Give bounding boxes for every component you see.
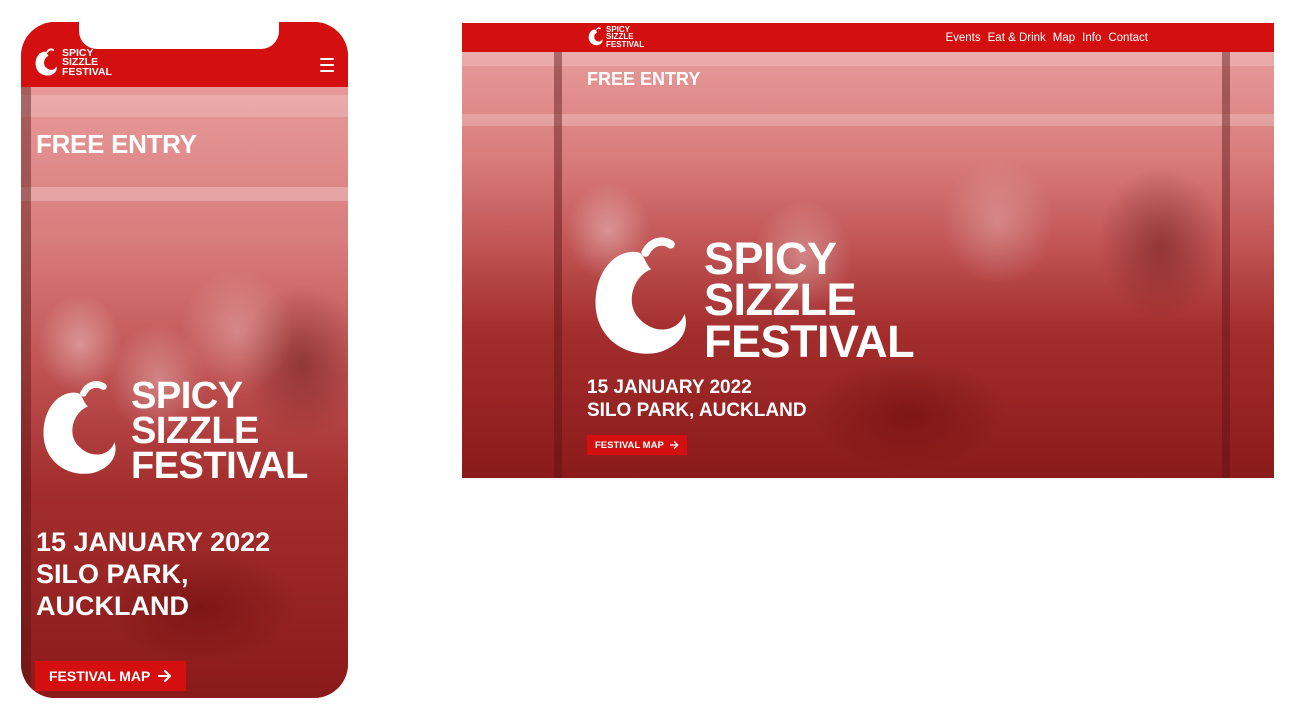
nav-item-contact[interactable]: Contact	[1108, 32, 1148, 44]
brand-line-3: FESTIVAL	[131, 444, 308, 487]
desktop-screen: SPICY SIZZLE FESTIVAL Events Eat & Drink…	[462, 23, 1274, 478]
nav-item-events[interactable]: Events	[945, 32, 980, 44]
arrow-right-icon	[158, 670, 172, 682]
chili-pepper-icon	[588, 27, 603, 46]
brand-line-2: SIZZLE	[704, 274, 857, 326]
main-nav: Events Eat & Drink Map Info Contact	[945, 23, 1148, 52]
event-date-venue: 15 JANUARY 2022 SILO PARK, AUCKLAND	[36, 527, 326, 623]
free-entry-label: FREE ENTRY	[36, 129, 197, 159]
brand-line-1: SPICY	[704, 232, 837, 284]
nav-item-info[interactable]: Info	[1082, 32, 1101, 44]
festival-map-button[interactable]: FESTIVAL MAP	[35, 661, 187, 691]
event-date-venue: 15 JANUARY 2022 SILO PARK, AUCKLAND	[587, 377, 807, 423]
festival-map-button-label: FESTIVAL MAP	[49, 668, 151, 684]
brand-line-1: SPICY	[131, 375, 243, 417]
brand-line-2: SIZZLE	[131, 409, 259, 452]
mobile-hero: FREE ENTRY SPICY SIZZLE FESTIVAL 15 JANU…	[21, 87, 348, 698]
festival-map-button[interactable]: FESTIVAL MAP	[587, 435, 687, 455]
logo-line-3: FESTIVAL	[606, 39, 645, 49]
chili-pepper-icon	[35, 48, 57, 76]
event-venue-line-2: AUCKLAND	[36, 590, 189, 621]
event-venue-line-1: SILO PARK,	[36, 558, 189, 589]
phone-notch	[79, 22, 279, 49]
desktop-logo[interactable]: SPICY SIZZLE FESTIVAL	[587, 25, 645, 49]
hero-brand: SPICY SIZZLE FESTIVAL	[33, 375, 308, 487]
arrow-right-icon	[669, 441, 679, 449]
nav-item-eat-drink[interactable]: Eat & Drink	[988, 32, 1046, 44]
brand-line-3: FESTIVAL	[704, 315, 915, 367]
desktop-header: SPICY SIZZLE FESTIVAL Events Eat & Drink…	[462, 23, 1274, 52]
desktop-hero: FREE ENTRY SPICY SIZZLE FESTIVAL 15 JANU…	[462, 52, 1274, 478]
logo-line-3: FESTIVAL	[62, 65, 112, 78]
free-entry-label: FREE ENTRY	[587, 69, 701, 89]
nav-item-map[interactable]: Map	[1053, 32, 1075, 44]
chili-pepper-icon	[595, 237, 686, 354]
mobile-screen: SPICY SIZZLE FESTIVAL FREE ENTRY SPICY S…	[21, 22, 348, 698]
festival-map-button-label: FESTIVAL MAP	[595, 439, 664, 451]
event-date: 15 JANUARY 2022	[36, 527, 271, 557]
chili-pepper-icon	[43, 381, 116, 475]
event-date: 15 JANUARY 2022	[587, 377, 752, 398]
hamburger-icon[interactable]	[320, 58, 334, 72]
hero-brand: SPICY SIZZLE FESTIVAL	[584, 232, 915, 367]
event-venue: SILO PARK, AUCKLAND	[587, 399, 807, 421]
mobile-logo[interactable]: SPICY SIZZLE FESTIVAL	[33, 47, 112, 78]
